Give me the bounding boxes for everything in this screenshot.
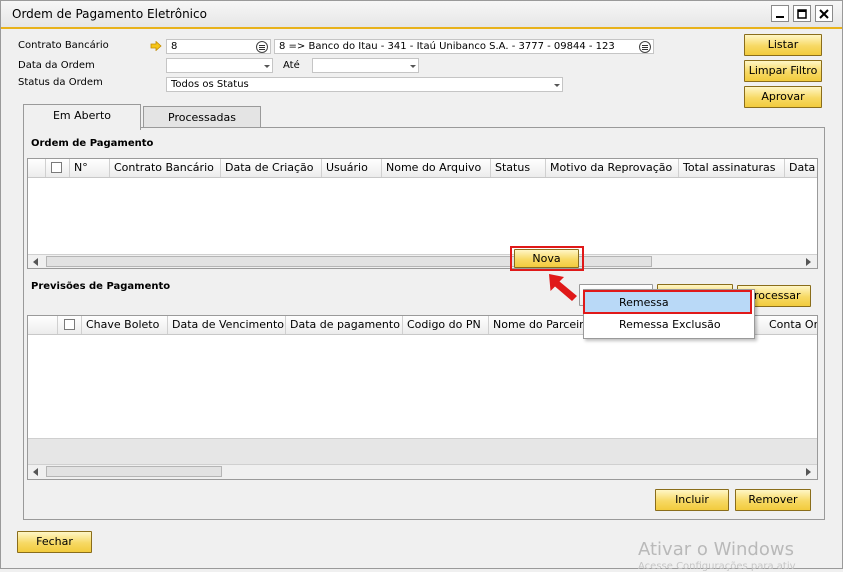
- listar-button[interactable]: Listar: [744, 34, 822, 56]
- ate-label: Até: [283, 60, 300, 71]
- scroll-thumb[interactable]: [46, 466, 222, 477]
- incluir-button[interactable]: Incluir: [655, 489, 729, 511]
- ordem-grid: N° Contrato Bancário Data de Criação Usu…: [27, 158, 818, 269]
- scroll-right-icon[interactable]: [806, 468, 811, 476]
- contrato-label: Contrato Bancário: [18, 40, 109, 51]
- link-arrow-icon[interactable]: [150, 41, 162, 51]
- maximize-icon: [797, 9, 807, 19]
- col-data-c[interactable]: Data c: [785, 159, 817, 177]
- data-ordem-label: Data da Ordem: [18, 60, 95, 71]
- select-all-col[interactable]: [58, 316, 82, 334]
- col-nome-parceiro[interactable]: Nome do Parceiro c: [489, 316, 589, 334]
- previsoes-hscrollbar[interactable]: [28, 464, 817, 479]
- data-ordem-input[interactable]: [166, 58, 273, 73]
- col-data-vencimento[interactable]: Data de Vencimento: [168, 316, 286, 334]
- minimize-button[interactable]: [771, 5, 789, 22]
- contrato-list-icon[interactable]: [256, 41, 268, 53]
- ordem-section-title: Ordem de Pagamento: [31, 138, 154, 149]
- window-title: Ordem de Pagamento Eletrônico: [12, 7, 207, 21]
- minimize-icon: [776, 16, 784, 18]
- col-data-criacao[interactable]: Data de Criação: [221, 159, 322, 177]
- ordem-hscrollbar[interactable]: [28, 254, 817, 268]
- scroll-right-icon[interactable]: [806, 258, 811, 266]
- col-total-assinaturas[interactable]: Total assinaturas: [679, 159, 785, 177]
- red-arrow-icon: [549, 274, 577, 301]
- row-header-col: [28, 316, 58, 334]
- menu-item-remessa[interactable]: Remessa: [585, 292, 751, 313]
- scroll-left-icon[interactable]: [33, 258, 38, 266]
- menu-item-remessa-exclusao[interactable]: Remessa Exclusão: [585, 314, 751, 335]
- col-nome-arquivo[interactable]: Nome do Arquivo: [382, 159, 491, 177]
- data-ate-input[interactable]: [312, 58, 419, 73]
- ordem-grid-header: N° Contrato Bancário Data de Criação Usu…: [28, 159, 817, 178]
- remessa-dropdown-menu: Remessa Remessa Exclusão: [583, 289, 755, 339]
- fechar-button[interactable]: Fechar: [17, 531, 92, 553]
- col-conta-ori[interactable]: Conta Ori: [765, 316, 817, 334]
- col-contrato[interactable]: Contrato Bancário: [110, 159, 221, 177]
- windows-watermark: Ativar o Windows: [638, 539, 794, 560]
- status-label: Status da Ordem: [18, 77, 103, 88]
- chevron-down-icon: [554, 84, 560, 87]
- remover-button[interactable]: Remover: [735, 489, 811, 511]
- select-all-col[interactable]: [46, 159, 70, 177]
- chevron-down-icon: [410, 65, 416, 68]
- windows-watermark-subtext: Acesse Configurações para ativ: [638, 561, 796, 572]
- select-all-checkbox[interactable]: [51, 162, 62, 173]
- col-usuario[interactable]: Usuário: [322, 159, 382, 177]
- status-select[interactable]: Todos os Status: [166, 77, 563, 92]
- aprovar-button[interactable]: Aprovar: [744, 86, 822, 108]
- nova-button[interactable]: Nova: [514, 249, 579, 268]
- scroll-left-icon[interactable]: [33, 468, 38, 476]
- app-window: Ordem de Pagamento Eletrônico Contrato B…: [0, 0, 843, 572]
- title-bar: Ordem de Pagamento Eletrônico: [1, 1, 842, 29]
- maximize-button[interactable]: [793, 5, 811, 22]
- tab-em-aberto[interactable]: Em Aberto: [23, 104, 141, 130]
- col-status[interactable]: Status: [491, 159, 546, 177]
- previsoes-section-title: Previsões de Pagamento: [31, 281, 171, 292]
- row-header-col: [28, 159, 46, 177]
- col-codigo-pn[interactable]: Codigo do PN: [403, 316, 489, 334]
- col-data-pagamento[interactable]: Data de pagamento: [286, 316, 403, 334]
- limpar-filtro-button[interactable]: Limpar Filtro: [744, 60, 822, 82]
- col-chave-boleto[interactable]: Chave Boleto: [82, 316, 168, 334]
- previsoes-footer-row: [28, 438, 817, 465]
- select-all-checkbox[interactable]: [64, 319, 75, 330]
- contrato-desc-list-icon[interactable]: [639, 41, 651, 53]
- col-motivo-reprovacao[interactable]: Motivo da Reprovação: [546, 159, 679, 177]
- chevron-down-icon: [264, 65, 270, 68]
- close-button[interactable]: [815, 5, 833, 22]
- previsoes-grid: Chave Boleto Data de Vencimento Data de …: [27, 315, 818, 480]
- col-numero[interactable]: N°: [70, 159, 110, 177]
- contrato-description-field: 8 => Banco do Itau - 341 - Itaú Unibanco…: [274, 39, 654, 54]
- close-icon: [819, 9, 829, 19]
